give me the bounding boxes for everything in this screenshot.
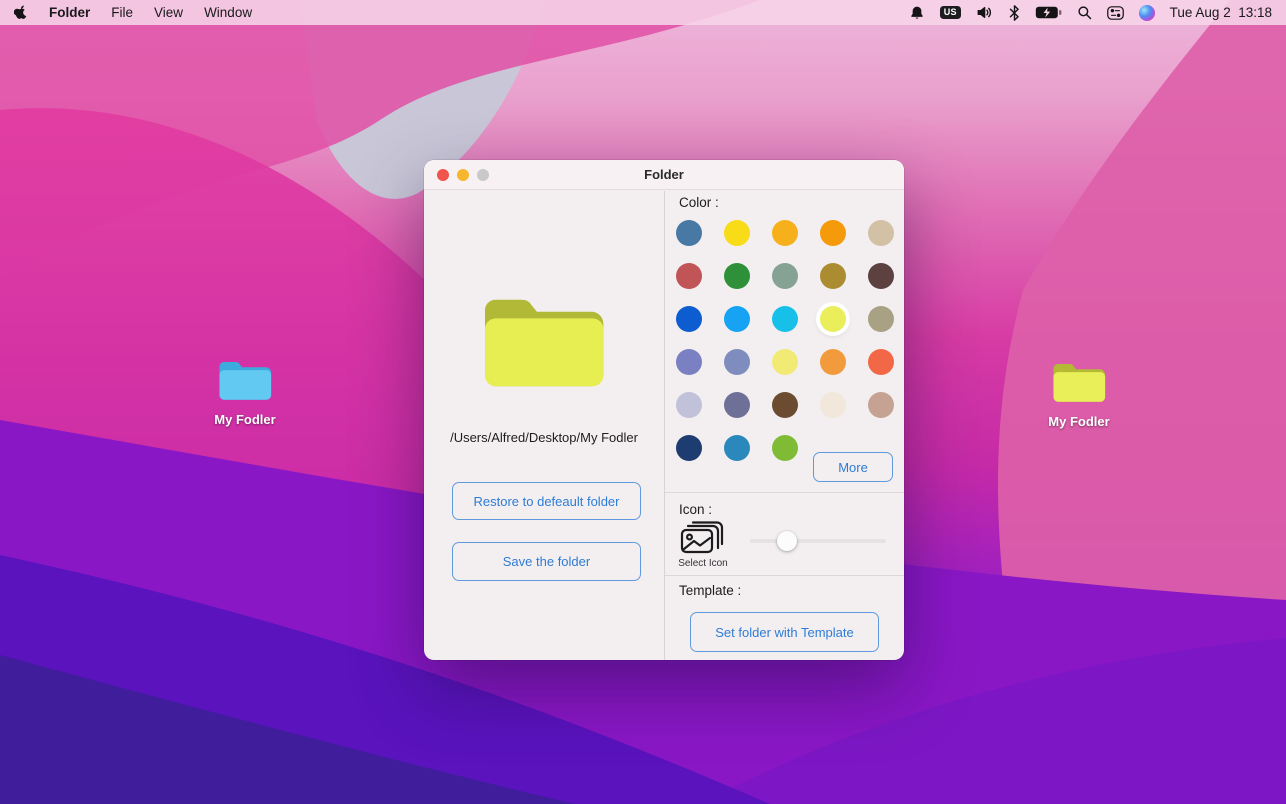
traffic-lights [437, 169, 489, 181]
folder-path-text: /Users/Alfred/Desktop/My Fodler [424, 430, 664, 445]
window-titlebar[interactable]: Folder [424, 160, 904, 190]
folder-options-pane: Color : More Icon : Select Icon [665, 191, 904, 660]
select-icon-label: Select Icon [665, 558, 741, 569]
folder-preview-pane: /Users/Alfred/Desktop/My Fodler Restore … [424, 191, 664, 660]
color-swatch-coral[interactable] [868, 349, 894, 375]
color-swatch-green[interactable] [724, 263, 750, 289]
color-swatch-periwinkle[interactable] [676, 349, 702, 375]
select-icon-button[interactable] [680, 521, 724, 556]
color-swatch-royal-blue[interactable] [676, 306, 702, 332]
menu-file[interactable]: File [111, 5, 133, 20]
apple-menu-icon[interactable] [14, 4, 28, 21]
icon-size-slider[interactable] [750, 531, 886, 551]
color-swatch-yellow-green[interactable] [820, 306, 846, 332]
color-swatch-slate-purple[interactable] [724, 392, 750, 418]
color-swatch-dark-brown[interactable] [868, 263, 894, 289]
bluetooth-icon[interactable] [1009, 4, 1020, 21]
menubar-clock[interactable]: Tue Aug 2 13:18 [1170, 5, 1272, 20]
slider-track [750, 539, 886, 543]
section-divider [665, 575, 904, 576]
color-swatch-sage[interactable] [772, 263, 798, 289]
desktop-icon-my-fodler-left[interactable]: My Fodler [196, 357, 294, 427]
more-colors-button[interactable]: More [813, 452, 893, 482]
color-swatch-apple-green[interactable] [772, 435, 798, 461]
color-swatch-steel-blue[interactable] [676, 220, 702, 246]
desktop-icon-label: My Fodler [1048, 414, 1109, 429]
color-swatch-light-orange[interactable] [820, 349, 846, 375]
color-swatch-yellow[interactable] [724, 220, 750, 246]
color-swatch-slate-blue[interactable] [724, 349, 750, 375]
blue-folder-icon [216, 357, 274, 403]
color-swatch-grid [676, 220, 894, 461]
spotlight-search-icon[interactable] [1077, 4, 1092, 21]
color-swatch-pale-yellow[interactable] [772, 349, 798, 375]
color-swatch-navy[interactable] [676, 435, 702, 461]
color-swatch-lavender-gray[interactable] [676, 392, 702, 418]
color-swatch-orange[interactable] [820, 220, 846, 246]
color-swatch-ocean-blue[interactable] [724, 435, 750, 461]
menubar-app-title[interactable]: Folder [49, 5, 90, 20]
icon-section-label: Icon : [679, 502, 712, 517]
minimize-window-button[interactable] [457, 169, 469, 181]
color-swatch-cream[interactable] [820, 392, 846, 418]
menu-window[interactable]: Window [204, 5, 252, 20]
desktop-icon-my-fodler-right[interactable]: My Fodler [1030, 359, 1128, 429]
section-divider [665, 492, 904, 493]
volume-icon[interactable] [976, 4, 994, 21]
notification-bell-icon[interactable] [909, 4, 925, 21]
color-swatch-rosy-brown[interactable] [868, 392, 894, 418]
zoom-window-button[interactable] [477, 169, 489, 181]
window-body: /Users/Alfred/Desktop/My Fodler Restore … [424, 191, 904, 660]
slider-thumb[interactable] [777, 531, 797, 551]
color-swatch-dark-gold[interactable] [820, 263, 846, 289]
color-swatch-cyan[interactable] [772, 306, 798, 332]
desktop-icon-label: My Fodler [214, 412, 275, 427]
restore-default-folder-button[interactable]: Restore to defeault folder [452, 482, 641, 520]
yellow-folder-icon [1050, 359, 1108, 405]
desktop: Folder File View Window US [0, 0, 1286, 804]
color-swatch-tan[interactable] [868, 220, 894, 246]
color-swatch-azure[interactable] [724, 306, 750, 332]
color-swatch-brown[interactable] [772, 392, 798, 418]
folder-app-window: Folder /Users/Alfred/Desktop/My Fodler R… [424, 160, 904, 660]
control-center-icon[interactable] [1107, 4, 1124, 21]
template-section-label: Template : [679, 583, 741, 598]
color-swatch-khaki[interactable] [868, 306, 894, 332]
battery-icon[interactable] [1035, 4, 1062, 21]
menu-view[interactable]: View [154, 5, 183, 20]
set-folder-with-template-button[interactable]: Set folder with Template [690, 612, 879, 652]
color-swatch-brick-red[interactable] [676, 263, 702, 289]
color-section-label: Color : [679, 195, 719, 210]
color-swatch-amber[interactable] [772, 220, 798, 246]
save-folder-button[interactable]: Save the folder [452, 542, 641, 581]
menu-bar: Folder File View Window US [0, 0, 1286, 25]
close-window-button[interactable] [437, 169, 449, 181]
window-title: Folder [424, 167, 904, 182]
siri-icon[interactable] [1139, 4, 1155, 21]
input-source-badge[interactable]: US [940, 4, 961, 21]
folder-preview-icon [477, 289, 610, 393]
